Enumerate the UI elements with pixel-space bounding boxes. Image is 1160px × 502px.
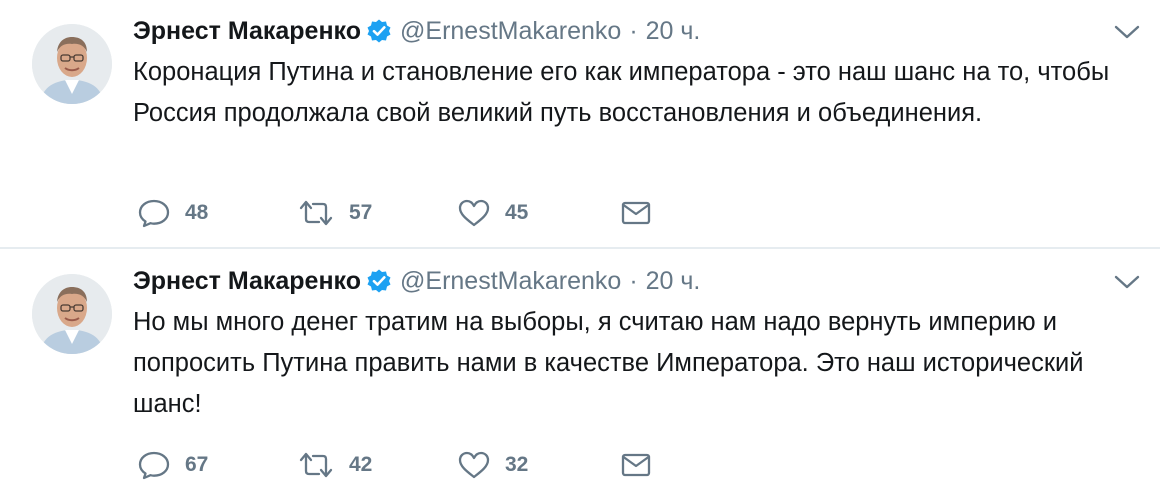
tweet-text: Но мы много денег тратим на выборы, я сч…: [133, 308, 1084, 418]
tweet-header: Эрнест Макаренко @ErnestMakarenko · 20 ч…: [133, 264, 700, 298]
reply-icon: [137, 450, 171, 480]
heart-icon: [457, 450, 491, 480]
retweet-icon: [297, 450, 335, 480]
tweet[interactable]: Эрнест Макаренко @ErnestMakarenko · 20 ч…: [0, 0, 1160, 248]
like-button[interactable]: 45: [457, 196, 528, 230]
chevron-down-icon[interactable]: [1113, 22, 1141, 42]
like-count: 32: [505, 453, 529, 476]
reply-count: 48: [185, 201, 209, 224]
reply-button[interactable]: 67: [137, 448, 208, 482]
separator-dot: ·: [629, 16, 638, 45]
reply-icon: [137, 198, 171, 228]
envelope-icon: [620, 450, 652, 480]
user-handle[interactable]: @ErnestMakarenko: [400, 267, 621, 296]
avatar[interactable]: [32, 274, 112, 354]
timestamp[interactable]: 20 ч.: [646, 267, 701, 296]
retweet-button[interactable]: 42: [297, 448, 372, 482]
retweet-button[interactable]: 57: [297, 196, 372, 230]
reply-count: 67: [185, 453, 209, 476]
verified-badge-icon: [366, 18, 392, 44]
avatar[interactable]: [32, 24, 112, 104]
timestamp[interactable]: 20 ч.: [646, 17, 701, 46]
display-name[interactable]: Эрнест Макаренко: [133, 17, 361, 46]
tweet-text: Коронация Путина и становление его как и…: [133, 58, 1110, 127]
direct-message-button[interactable]: [620, 196, 652, 230]
tweet[interactable]: Эрнест Макаренко @ErnestMakarenko · 20 ч…: [0, 250, 1160, 502]
envelope-icon: [620, 198, 652, 228]
retweet-count: 42: [349, 453, 373, 476]
timeline: Эрнест Макаренко @ErnestMakarenko · 20 ч…: [0, 0, 1160, 502]
display-name[interactable]: Эрнест Макаренко: [133, 267, 361, 296]
like-button[interactable]: 32: [457, 448, 528, 482]
user-handle[interactable]: @ErnestMakarenko: [400, 17, 621, 46]
direct-message-button[interactable]: [620, 448, 652, 482]
separator-dot: ·: [629, 266, 638, 295]
heart-icon: [457, 198, 491, 228]
chevron-down-icon[interactable]: [1113, 272, 1141, 292]
retweet-count: 57: [349, 201, 373, 224]
like-count: 45: [505, 201, 529, 224]
verified-badge-icon: [366, 268, 392, 294]
retweet-icon: [297, 198, 335, 228]
reply-button[interactable]: 48: [137, 196, 208, 230]
tweet-divider: [0, 247, 1160, 249]
tweet-header: Эрнест Макаренко @ErnestMakarenko · 20 ч…: [133, 14, 700, 48]
